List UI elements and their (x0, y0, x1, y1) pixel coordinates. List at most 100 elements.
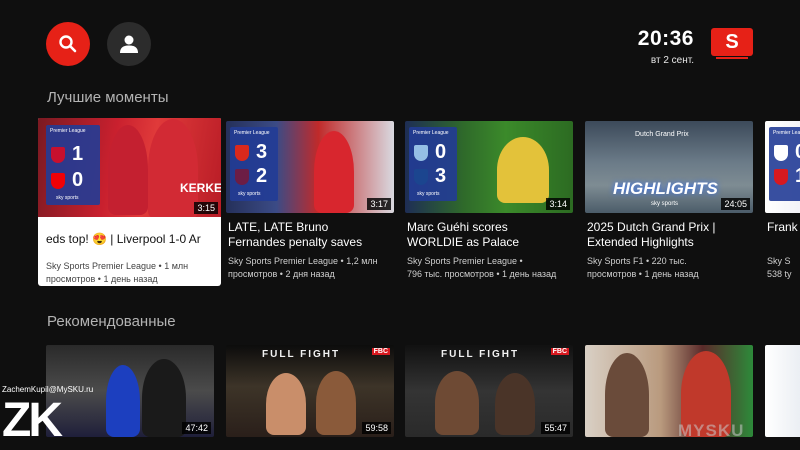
video-duration: 47:42 (182, 422, 211, 434)
player-figure (605, 353, 649, 437)
team-crest (51, 173, 65, 189)
player-figure (497, 137, 549, 203)
video-card[interactable] (765, 345, 800, 437)
player-figure (495, 373, 535, 435)
video-card[interactable]: Premier League 0 3 sky sports 3:14 Marc … (405, 121, 573, 281)
highlights-overlay: HIGHLIGHTS (613, 179, 718, 198)
team-crest (235, 145, 249, 161)
video-duration: 3:15 (194, 202, 218, 214)
video-title: 2025 Dutch Grand Prix | Extended Highlig… (587, 220, 716, 249)
league-label: Premier League (234, 130, 270, 136)
league-label: Premier League (413, 130, 449, 136)
team-crest (235, 169, 249, 185)
video-info: Sky Sports Premier League • 1,2 млн прос… (228, 255, 386, 281)
sky-sports-label: sky sports (238, 191, 261, 197)
team-crest (774, 169, 788, 185)
video-thumbnail: Premier League 1 0 sky sports KERKEZ 3:1… (38, 118, 221, 217)
score-home: 3 (256, 141, 268, 163)
video-stats: 796 тыс. просмотров • 1 день назад (407, 269, 557, 279)
fbc-badge: FBC (371, 348, 390, 355)
video-thumbnail: Premier League 3 2 sky sports 3:17 (226, 121, 394, 213)
score-graphic: Premier League 3 2 sky sports (230, 127, 278, 201)
video-duration: 3:17 (367, 198, 391, 210)
player-figure (142, 359, 186, 437)
video-title: LATE, LATE Bruno Fernandes penalty saves… (228, 220, 363, 249)
video-card[interactable]: FULL FIGHT FBC 55:47 (405, 345, 573, 437)
video-thumbnail: FULL FIGHT FBC 59:58 (226, 345, 394, 437)
account-button[interactable] (107, 22, 151, 66)
video-channel: Sky Sports Premier League • (407, 256, 523, 266)
player-name-overlay: KERKEZ (180, 181, 221, 195)
video-card[interactable]: FULL FIGHT FBC 59:58 (226, 345, 394, 437)
score-graphic: Premier League 0 1 (769, 127, 800, 201)
video-thumbnail: Premier League 0 1 (765, 121, 800, 213)
search-button[interactable] (46, 22, 90, 66)
clock-date: вт 2 сент. (650, 55, 694, 66)
video-stats: просмотров • 1 день назад (46, 274, 158, 284)
video-channel: Sky Sports Premier League • 1 млн (46, 261, 189, 271)
fbc-badge: FBC (550, 348, 569, 355)
full-fight-banner: FULL FIGHT (441, 349, 520, 360)
video-stats: просмотров • 2 дня назад (228, 269, 335, 279)
sky-sports-label: sky sports (417, 191, 440, 197)
video-channel: Sky S (767, 256, 791, 266)
video-info: Sky Sports Premier League • 1 млн просмо… (46, 260, 213, 286)
section-title-highlights: Лучшие моменты (47, 89, 169, 106)
clock-time: 20:36 (637, 27, 694, 50)
player-figure (316, 371, 356, 435)
video-channel: Sky Sports F1 • 220 тыс. (587, 256, 687, 266)
score-away: 3 (435, 165, 447, 187)
top-bar: 20:36 вт 2 сент. S (0, 0, 800, 90)
video-info: Sky S 538 ty (767, 255, 800, 281)
race-name-overlay: Dutch Grand Prix (635, 131, 689, 138)
team-crest (51, 147, 65, 163)
score-graphic: Premier League 1 0 sky sports (46, 125, 100, 205)
section-title-recommended: Рекомендованные (47, 313, 176, 330)
player-figure (108, 125, 148, 215)
player-figure (266, 373, 306, 435)
logo-letter: S (725, 30, 739, 53)
video-duration: 55:47 (541, 422, 570, 434)
video-info: Sky Sports Premier League • 796 тыс. про… (407, 255, 565, 281)
video-duration: 24:05 (721, 198, 750, 210)
video-card[interactable]: Premier League 3 2 sky sports 3:17 LATE,… (226, 121, 394, 281)
account-icon (120, 35, 138, 53)
video-title: Frank first F (767, 220, 800, 234)
score-home: 0 (435, 141, 447, 163)
league-label: Premier League (50, 128, 86, 134)
score-home: 0 (795, 141, 800, 164)
watermark-logo: ZK (2, 394, 63, 447)
highlights-row: Premier League 1 0 sky sports KERKEZ 3:1… (0, 118, 800, 318)
video-thumbnail (765, 345, 800, 437)
search-icon (59, 35, 77, 53)
league-label: Premier League (773, 130, 800, 136)
video-card[interactable]: Premier League 0 1 Frank first F Sky S 5… (765, 121, 800, 281)
score-home: 1 (72, 143, 84, 165)
video-title: Marc Guéhi scores WORLDIE as Palace thum… (407, 220, 520, 249)
video-channel: Sky Sports Premier League • 1,2 млн (228, 256, 378, 266)
video-thumbnail: FULL FIGHT FBC 55:47 (405, 345, 573, 437)
video-duration: 3:14 (546, 198, 570, 210)
team-crest (774, 145, 788, 161)
video-card[interactable]: Dutch Grand Prix HIGHLIGHTS sky sports 2… (585, 121, 753, 281)
video-card[interactable]: Premier League 1 0 sky sports KERKEZ 3:1… (38, 118, 221, 286)
video-stats: просмотров • 1 день назад (587, 269, 699, 279)
full-fight-banner: FULL FIGHT (262, 349, 341, 360)
video-info: Sky Sports F1 • 220 тыс. просмотров • 1 … (587, 255, 745, 281)
player-figure (435, 371, 479, 435)
score-graphic: Premier League 0 3 sky sports (409, 127, 457, 201)
player-figure (106, 365, 140, 437)
score-away: 0 (72, 169, 84, 191)
clock: 20:36 вт 2 сент. (638, 27, 694, 66)
video-thumbnail: Premier League 0 3 sky sports 3:14 (405, 121, 573, 213)
player-figure (314, 131, 354, 213)
sky-sports-label: sky sports (651, 201, 679, 207)
video-title: eds top! 😍 | Liverpool 1-0 Ar (46, 232, 201, 246)
team-crest (414, 169, 428, 185)
video-thumbnail: Dutch Grand Prix HIGHLIGHTS sky sports 2… (585, 121, 753, 213)
player-figure (148, 119, 198, 217)
watermark-corner: MYSKU (678, 421, 745, 440)
app-logo: S (711, 28, 753, 59)
video-duration: 59:58 (362, 422, 391, 434)
score-away: 2 (256, 165, 268, 187)
